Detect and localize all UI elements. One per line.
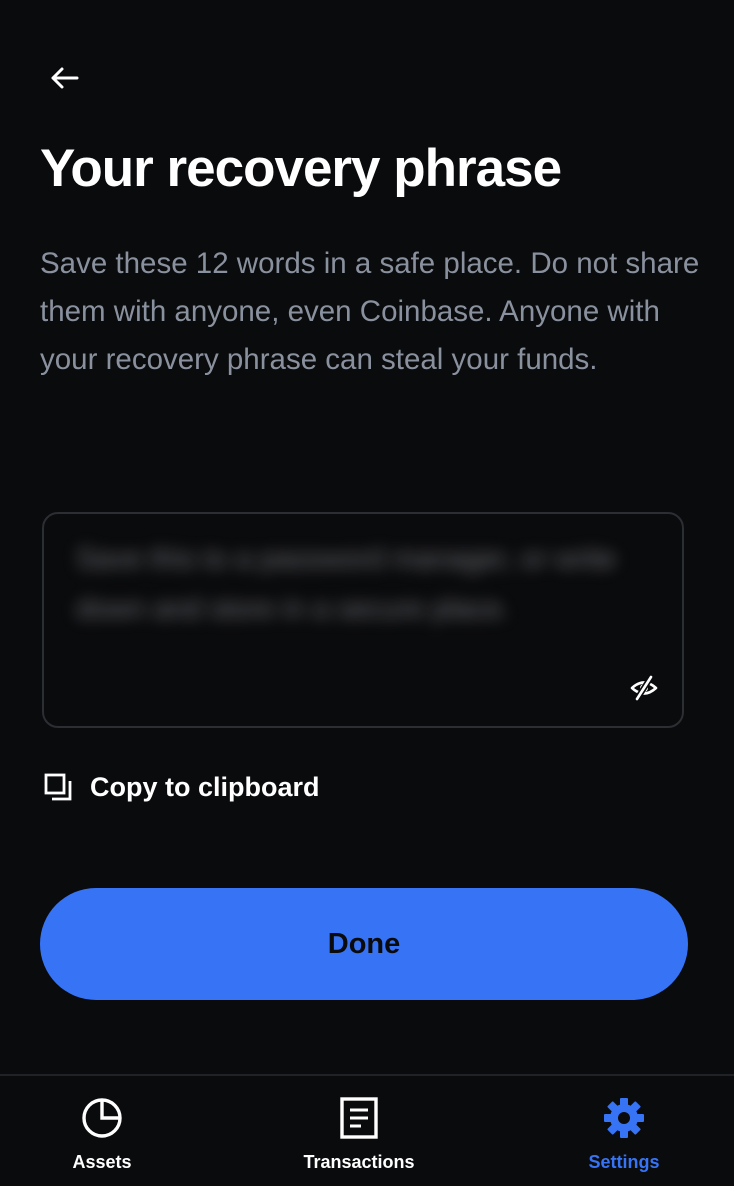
recovery-phrase-box: Save this to a password manager, or writ… xyxy=(42,512,684,728)
copy-to-clipboard-label: Copy to clipboard xyxy=(90,771,320,802)
eye-slash-icon xyxy=(630,674,658,702)
nav-label-transactions: Transactions xyxy=(303,1152,415,1172)
done-button[interactable]: Done xyxy=(40,888,688,1000)
nav-item-assets[interactable]: Assets xyxy=(52,1076,152,1186)
nav-item-transactions[interactable]: Transactions xyxy=(289,1076,429,1186)
nav-item-settings[interactable]: Settings xyxy=(574,1076,674,1186)
document-icon xyxy=(337,1096,381,1140)
page-title: Your recovery phrase xyxy=(40,139,562,198)
pie-chart-icon xyxy=(80,1096,124,1140)
gear-icon xyxy=(602,1096,646,1140)
bottom-navigation: Assets Transactions Settings xyxy=(0,1074,734,1186)
recovery-phrase-text: Save this to a password manager, or writ… xyxy=(76,543,616,625)
nav-label-assets: Assets xyxy=(72,1152,132,1172)
back-button[interactable] xyxy=(38,56,90,100)
copy-to-clipboard-button[interactable]: Copy to clipboard xyxy=(42,764,320,810)
reveal-phrase-toggle[interactable] xyxy=(626,670,662,706)
nav-label-settings: Settings xyxy=(588,1152,660,1172)
copy-icon xyxy=(42,771,74,803)
page-description: Save these 12 words in a safe place. Do … xyxy=(40,247,700,376)
back-arrow-icon xyxy=(51,67,79,89)
